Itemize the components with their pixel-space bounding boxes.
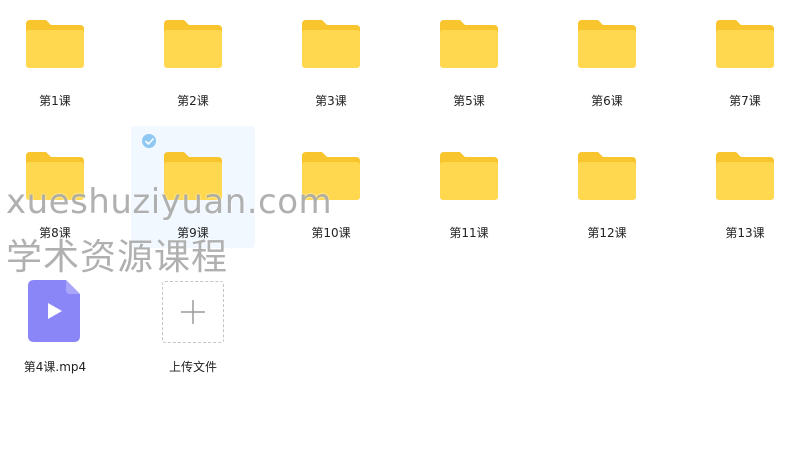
folder-label: 第12课 [587, 226, 627, 240]
folder-item[interactable]: 第3课 [269, 4, 393, 126]
folder-label: 第5课 [453, 94, 485, 108]
folder-icon [576, 20, 638, 70]
folder-item[interactable]: 第8课 [0, 126, 117, 248]
folder-icon [24, 20, 86, 70]
folder-item[interactable]: 第13课 [683, 126, 807, 248]
folder-label: 第9课 [177, 226, 209, 240]
folder-icon [300, 152, 362, 202]
folder-item[interactable]: 第12课 [545, 126, 669, 248]
folder-item[interactable]: 第10课 [269, 126, 393, 248]
folder-item-selected[interactable]: 第9课 [131, 126, 255, 248]
folder-icon [24, 152, 86, 202]
folder-item[interactable]: 第1课 [0, 4, 117, 126]
folder-label: 第7课 [729, 94, 761, 108]
check-icon[interactable] [142, 134, 156, 148]
video-file-label: 第4课.mp4 [23, 360, 87, 374]
folder-label: 第1课 [39, 94, 71, 108]
folder-item[interactable]: 第11课 [407, 126, 531, 248]
folder-label: 第2课 [177, 94, 209, 108]
folder-label: 第3课 [315, 94, 347, 108]
video-file-icon [28, 280, 82, 342]
folder-label: 第13课 [725, 226, 765, 240]
folder-icon [438, 20, 500, 70]
folder-icon [438, 152, 500, 202]
folder-icon [162, 152, 224, 202]
folder-icon [576, 152, 638, 202]
folder-item[interactable]: 第2课 [131, 4, 255, 126]
folder-icon [300, 20, 362, 70]
folder-icon [714, 20, 776, 70]
upload-file-button[interactable]: 上传文件 [131, 262, 255, 384]
plus-icon [181, 300, 205, 324]
folder-label: 第6课 [591, 94, 623, 108]
folder-label: 第10课 [311, 226, 351, 240]
folder-label: 第11课 [449, 226, 489, 240]
folder-item[interactable]: 第7课 [683, 4, 807, 126]
folder-icon [714, 152, 776, 202]
upload-label: 上传文件 [168, 360, 217, 374]
upload-box[interactable] [162, 281, 224, 343]
file-grid: 第1课 第2课 第3课 第5课 第6课 第7课 第8课 第9课 第10课 第11… [0, 0, 807, 454]
folder-label: 第8课 [39, 226, 71, 240]
folder-item[interactable]: 第6课 [545, 4, 669, 126]
folder-item[interactable]: 第5课 [407, 4, 531, 126]
video-file-item[interactable]: 第4课.mp4 [0, 262, 117, 384]
folder-icon [162, 20, 224, 70]
